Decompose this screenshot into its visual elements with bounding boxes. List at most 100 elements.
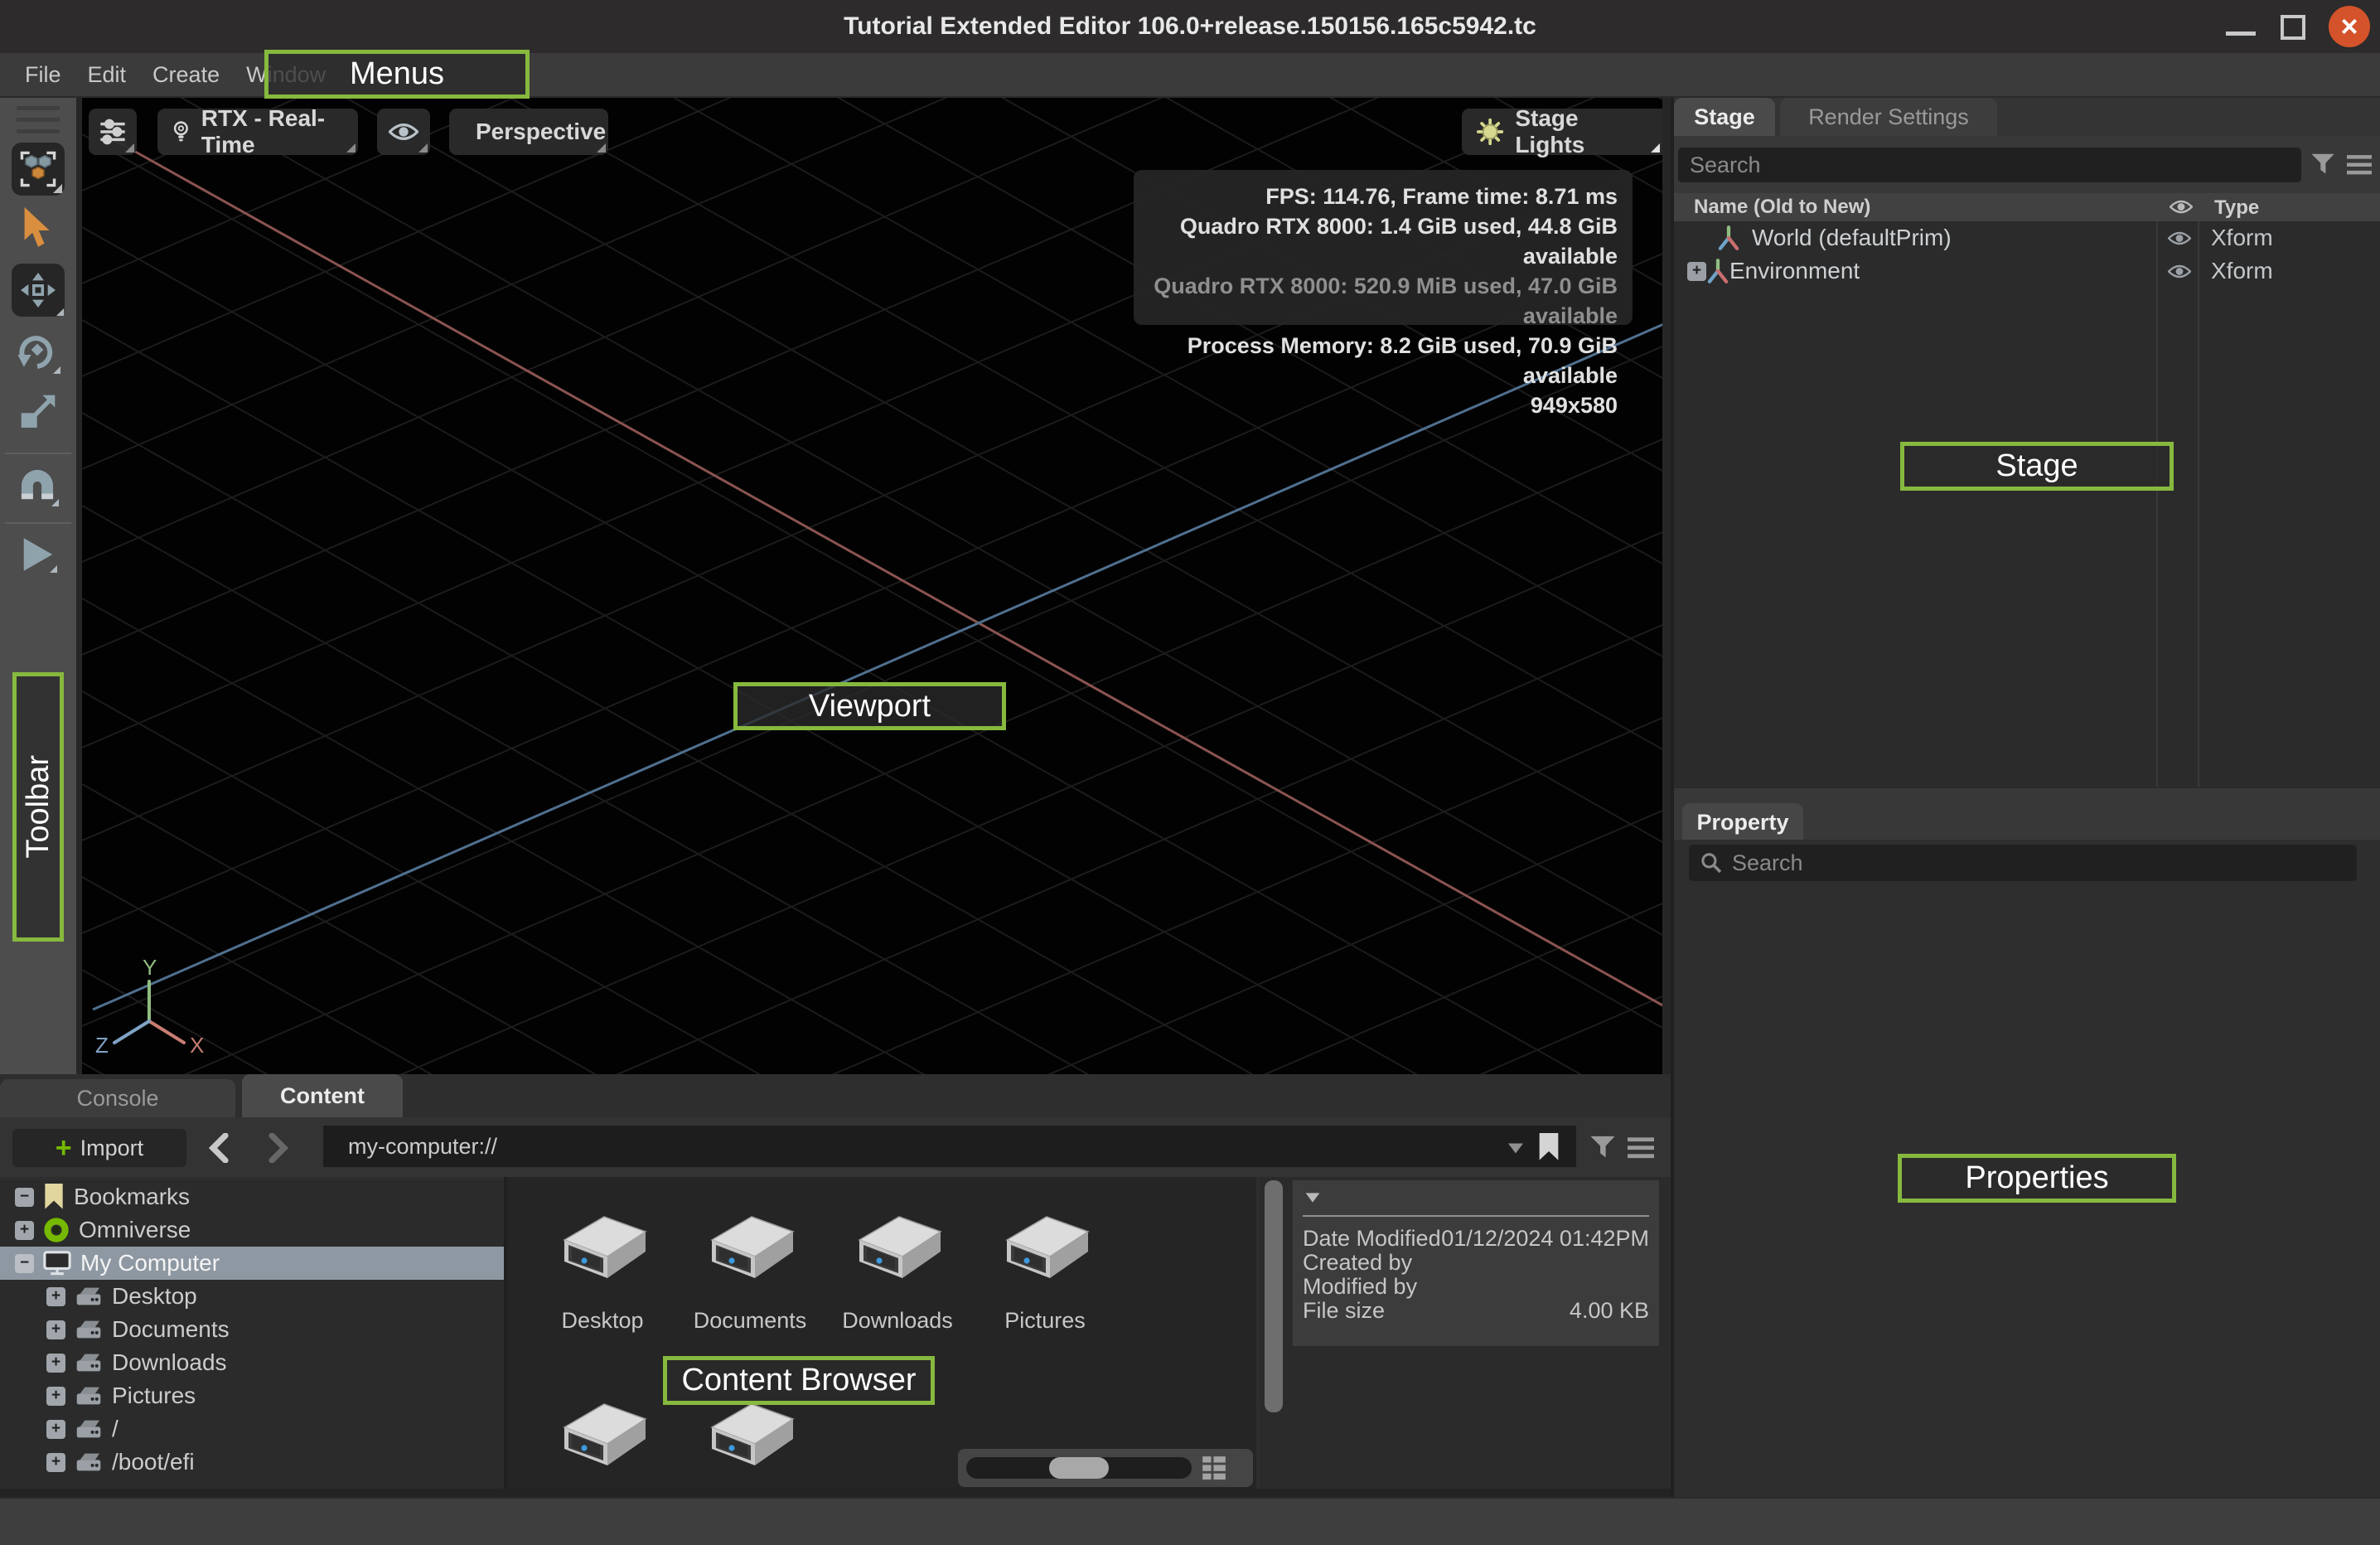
expand-toggle[interactable]: +	[46, 1387, 65, 1406]
renderer-button[interactable]: RTX - Real-Time	[157, 109, 358, 155]
expand-toggle[interactable]: +	[46, 1287, 65, 1306]
column-type[interactable]: Type	[2214, 196, 2259, 220]
column-visibility-icon[interactable]	[2170, 199, 2193, 215]
menu-file[interactable]: File	[12, 53, 75, 96]
content-item-desktop[interactable]: Desktop	[529, 1210, 676, 1334]
tab-property[interactable]: Property	[1682, 803, 1803, 841]
slider-thumb[interactable]	[1049, 1457, 1109, 1479]
content-item-documents[interactable]: Documents	[676, 1210, 824, 1334]
import-button[interactable]: + Import	[12, 1129, 186, 1167]
expand-toggle[interactable]: +	[46, 1420, 65, 1439]
close-button[interactable]: ×	[2329, 6, 2370, 47]
computer-icon	[43, 1251, 71, 1276]
tree-label: Downloads	[112, 1349, 227, 1376]
stage-lights-label: Stage Lights	[1515, 105, 1647, 158]
expand-toggle[interactable]: +	[15, 1221, 34, 1240]
expand-toggle[interactable]: +	[1687, 262, 1706, 281]
maximize-button[interactable]	[2281, 15, 2305, 40]
stage-lights-button[interactable]: Stage Lights	[1462, 109, 1662, 155]
back-icon[interactable]	[209, 1133, 229, 1163]
stage-row-environment[interactable]: + Environment Xform	[1674, 254, 2380, 288]
path-text: my-computer://	[348, 1134, 497, 1160]
tab-render-settings[interactable]: Render Settings	[1780, 98, 1997, 136]
prim-name[interactable]: World (defaultPrim)	[1752, 225, 1952, 251]
menu-create[interactable]: Create	[139, 53, 233, 96]
visibility-button[interactable]	[377, 109, 430, 155]
content-item-pictures[interactable]: Pictures	[971, 1210, 1119, 1334]
column-name[interactable]: Name (Old to New)	[1694, 196, 1870, 219]
tree-item-documents[interactable]: + Documents	[0, 1313, 504, 1346]
content-options-icon[interactable]	[1628, 1137, 1654, 1159]
tree-item-desktop[interactable]: + Desktop	[0, 1280, 504, 1313]
select-tool-button[interactable]	[20, 207, 56, 250]
grid-view-icon[interactable]	[1202, 1455, 1226, 1480]
tree-item-boot-efi[interactable]: + /boot/efi	[0, 1446, 504, 1479]
detail-file-size: File size 4.00 KB	[1303, 1299, 1649, 1323]
play-button[interactable]	[22, 537, 58, 574]
details-collapse-icon[interactable]	[1304, 1192, 1321, 1204]
plus-icon: +	[56, 1134, 72, 1162]
snap-tool-button[interactable]	[17, 467, 60, 507]
annotation-properties: Properties	[1898, 1154, 2176, 1203]
drive-icon	[75, 1385, 103, 1407]
visibility-eye-icon[interactable]	[2168, 230, 2191, 246]
lightbulb-icon	[172, 118, 190, 146]
expand-toggle[interactable]: +	[46, 1354, 65, 1373]
drive-icon-large	[553, 1397, 652, 1474]
content-item-downloads[interactable]: Downloads	[824, 1210, 971, 1334]
tab-stage[interactable]: Stage	[1674, 98, 1775, 136]
tree-item-downloads[interactable]: + Downloads	[0, 1346, 504, 1379]
tree-item-root[interactable]: + /	[0, 1412, 504, 1446]
stage-options-icon[interactable]	[2347, 155, 2372, 175]
expand-toggle[interactable]: +	[46, 1320, 65, 1339]
minimize-button[interactable]	[2226, 31, 2256, 36]
gpu2-stat: Quadro RTX 8000: 520.9 MiB used, 47.0 Gi…	[1134, 271, 1618, 331]
prim-name[interactable]: Environment	[1729, 258, 1860, 284]
tree-label: Documents	[112, 1316, 230, 1343]
path-field[interactable]: my-computer://	[323, 1126, 1576, 1167]
tree-label: My Computer	[80, 1250, 220, 1276]
scrollbar-thumb[interactable]	[1265, 1180, 1283, 1412]
content-tree: − Bookmarks + Omniverse − My Computer + …	[0, 1180, 504, 1497]
viewport-settings-button[interactable]	[89, 109, 137, 155]
tab-content[interactable]: Content	[242, 1074, 403, 1117]
visibility-eye-icon[interactable]	[2168, 264, 2191, 279]
content-item-drive[interactable]	[529, 1397, 676, 1495]
selection-mode-button[interactable]	[12, 143, 65, 196]
tree-item-bookmarks[interactable]: − Bookmarks	[0, 1180, 504, 1213]
path-dropdown-icon[interactable]	[1507, 1142, 1525, 1155]
scale-tool-button[interactable]	[18, 393, 60, 433]
stage-row-world[interactable]: World (defaultPrim) Xform	[1674, 221, 2380, 254]
property-search[interactable]	[1689, 845, 2357, 881]
tree-label: Bookmarks	[74, 1184, 190, 1210]
thumbnail-size-slider[interactable]	[958, 1449, 1253, 1487]
detail-date-modified: Date Modified 01/12/2024 01:42PM	[1303, 1227, 1649, 1251]
rotate-tool-button[interactable]	[15, 332, 61, 375]
details-divider	[1303, 1215, 1649, 1217]
stage-filter-icon[interactable]	[2310, 153, 2335, 176]
toolbar-divider	[5, 522, 71, 524]
tree-item-pictures[interactable]: + Pictures	[0, 1379, 504, 1412]
forward-icon[interactable]	[268, 1133, 288, 1163]
expand-toggle[interactable]: +	[46, 1453, 65, 1472]
content-item-drive[interactable]	[676, 1397, 824, 1495]
slider-track[interactable]	[966, 1457, 1192, 1479]
tree-item-my-computer[interactable]: − My Computer	[0, 1247, 504, 1280]
expand-toggle[interactable]: −	[15, 1188, 34, 1207]
toolbar-grip-icon[interactable]	[17, 106, 60, 110]
toolbar-grip-icon[interactable]	[17, 129, 60, 133]
viewport-3d[interactable]: Y X Z RTX - Real-Time Perspective Stage …	[82, 98, 1662, 1074]
expand-toggle[interactable]: −	[15, 1254, 34, 1273]
content-filter-icon[interactable]	[1589, 1135, 1616, 1160]
camera-button[interactable]: Perspective	[449, 109, 608, 155]
axis-gizmo: Y X Z	[90, 952, 223, 1059]
stage-search-input[interactable]	[1678, 148, 2301, 182]
tree-item-omniverse[interactable]: + Omniverse	[0, 1213, 504, 1247]
path-bookmark-icon[interactable]	[1538, 1133, 1560, 1161]
toolbar-grip-icon[interactable]	[17, 118, 60, 122]
move-tool-button[interactable]	[12, 264, 65, 317]
vertical-scrollbar[interactable]	[1260, 1177, 1289, 1497]
tab-console[interactable]: Console	[0, 1079, 235, 1117]
property-search-input[interactable]	[1732, 850, 2345, 876]
menu-edit[interactable]: Edit	[75, 53, 140, 96]
